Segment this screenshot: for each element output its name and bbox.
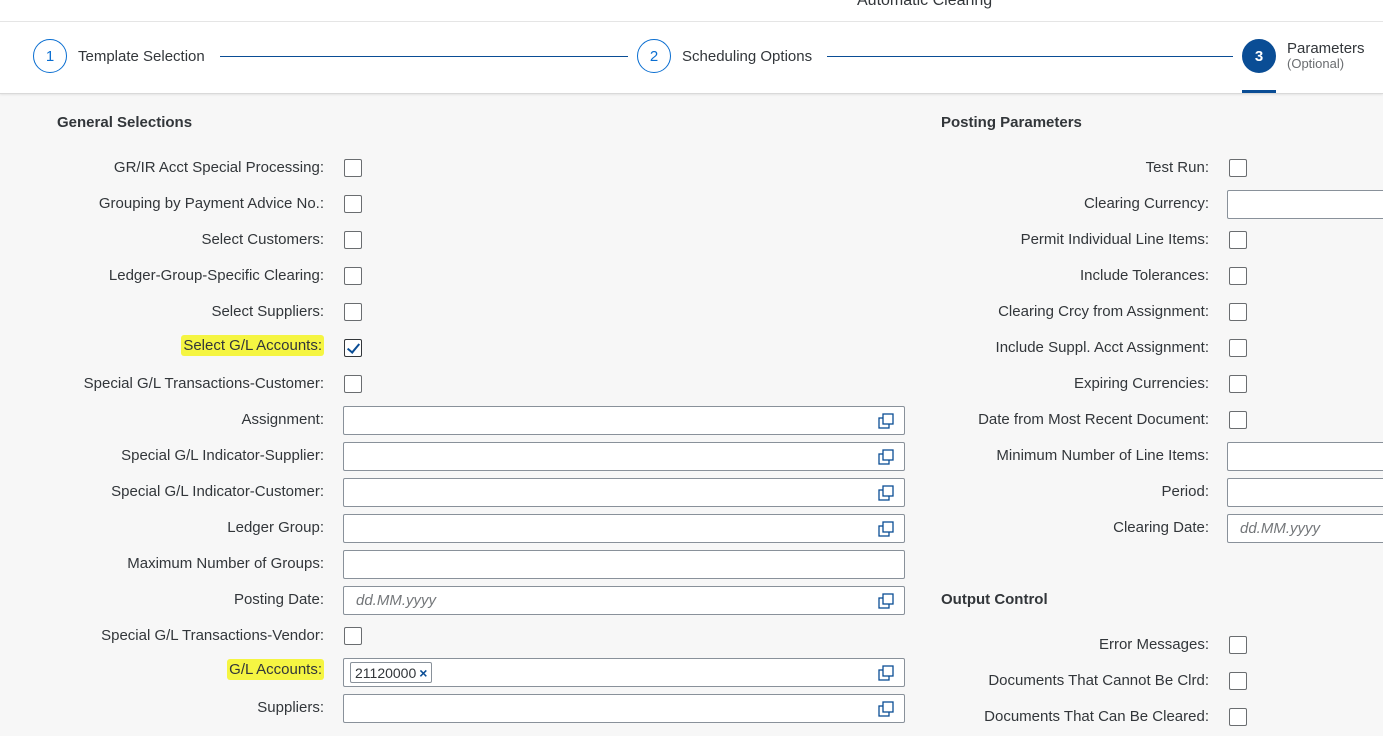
clearing-crcy-assignment-label: Clearing Crcy from Assignment: <box>998 303 1209 320</box>
posting-date-label: Posting Date: <box>233 591 324 608</box>
posting-date-input[interactable]: dd.MM.yyyy <box>343 586 905 615</box>
select-suppliers-checkbox[interactable] <box>344 303 362 321</box>
step-scheduling-options[interactable]: 2 Scheduling Options <box>637 38 812 74</box>
value-help-icon[interactable] <box>878 413 894 429</box>
general-selections-title: General Selections <box>57 114 193 131</box>
suppliers-label: Suppliers: <box>257 699 324 716</box>
date-recent-document-checkbox[interactable] <box>1229 411 1247 429</box>
min-line-items-input[interactable] <box>1227 442 1383 471</box>
special-gl-ind-supplier-label: Special G/L Indicator-Supplier: <box>121 447 324 464</box>
period-input[interactable] <box>1227 478 1383 507</box>
permit-individual-checkbox[interactable] <box>1229 231 1247 249</box>
clearing-currency-input[interactable] <box>1227 190 1383 219</box>
special-gl-vendor-checkbox[interactable] <box>344 627 362 645</box>
permit-individual-label: Permit Individual Line Items: <box>1020 231 1209 248</box>
select-gl-accounts-label: Select G/L Accounts: <box>181 335 324 356</box>
grouping-payment-advice-checkbox[interactable] <box>344 195 362 213</box>
step-connector-1 <box>220 56 628 57</box>
ledger-group-input[interactable] <box>343 514 905 543</box>
gl-account-token[interactable]: 21120000 × <box>350 662 433 683</box>
ledger-group-clearing-label: Ledger-Group-Specific Clearing: <box>108 267 324 284</box>
test-run-label: Test Run: <box>1145 159 1209 176</box>
clearing-date-input[interactable]: dd.MM.yyyy <box>1227 514 1383 543</box>
wizard-header: Automatic Clearing 1 Template Selection … <box>0 0 1383 94</box>
value-help-icon[interactable] <box>878 485 894 501</box>
step-3-sublabel: (Optional) <box>1287 56 1345 71</box>
docs-cannot-clear-checkbox[interactable] <box>1229 672 1247 690</box>
error-messages-checkbox[interactable] <box>1229 636 1247 654</box>
max-groups-label: Maximum Number of Groups: <box>127 555 324 572</box>
app-title: Automatic Clearing <box>857 0 993 9</box>
include-tolerances-label: Include Tolerances: <box>1080 267 1209 284</box>
docs-can-clear-checkbox[interactable] <box>1229 708 1247 726</box>
header-divider <box>0 21 1383 22</box>
step-1-label: Template Selection <box>78 47 205 65</box>
select-customers-label: Select Customers: <box>201 231 324 248</box>
value-help-icon[interactable] <box>878 701 894 717</box>
period-label: Period: <box>1161 483 1209 500</box>
docs-can-clear-label: Documents That Can Be Cleared: <box>984 708 1209 725</box>
ledger-group-clearing-checkbox[interactable] <box>344 267 362 285</box>
clearing-date-label: Clearing Date: <box>1113 519 1209 536</box>
special-gl-ind-customer-input[interactable] <box>343 478 905 507</box>
grouping-payment-advice-label: Grouping by Payment Advice No.: <box>98 195 324 212</box>
expiring-currencies-label: Expiring Currencies: <box>1073 375 1209 392</box>
special-gl-ind-supplier-input[interactable] <box>343 442 905 471</box>
assignment-label: Assignment: <box>241 411 324 428</box>
assignment-input[interactable] <box>343 406 905 435</box>
step-2-circle: 2 <box>637 39 671 73</box>
max-groups-input[interactable] <box>343 550 905 579</box>
gl-accounts-label: G/L Accounts: <box>227 659 324 680</box>
step-1-circle: 1 <box>33 39 67 73</box>
step-template-selection[interactable]: 1 Template Selection <box>33 38 205 74</box>
special-gl-customer-checkbox[interactable] <box>344 375 362 393</box>
clearing-crcy-assignment-checkbox[interactable] <box>1229 303 1247 321</box>
select-gl-accounts-label-wrap: Select G/L Accounts: <box>181 335 324 356</box>
clearing-date-placeholder: dd.MM.yyyy <box>1240 520 1321 537</box>
value-help-icon[interactable] <box>878 449 894 465</box>
value-help-icon[interactable] <box>878 521 894 537</box>
docs-cannot-clear-label: Documents That Cannot Be Clrd: <box>988 672 1209 689</box>
special-gl-ind-customer-label: Special G/L Indicator-Customer: <box>111 483 324 500</box>
min-line-items-label: Minimum Number of Line Items: <box>996 447 1209 464</box>
step-parameters[interactable]: 3 Parameters (Optional) <box>1242 38 1365 74</box>
gr-ir-label: GR/IR Acct Special Processing: <box>113 159 324 176</box>
include-suppl-assignment-label: Include Suppl. Acct Assignment: <box>995 339 1209 356</box>
special-gl-customer-label: Special G/L Transactions-Customer: <box>83 375 324 392</box>
expiring-currencies-checkbox[interactable] <box>1229 375 1247 393</box>
step-3-label: Parameters <box>1287 40 1365 57</box>
step-connector-2 <box>827 56 1233 57</box>
date-recent-document-label: Date from Most Recent Document: <box>978 411 1209 428</box>
step-2-label: Scheduling Options <box>682 47 813 65</box>
step-3-label-group: Parameters (Optional) <box>1287 41 1365 71</box>
include-tolerances-checkbox[interactable] <box>1229 267 1247 285</box>
gl-accounts-label-wrap: G/L Accounts: <box>227 659 324 680</box>
step-3-circle: 3 <box>1242 39 1276 73</box>
active-step-indicator <box>1242 90 1276 93</box>
gl-accounts-input[interactable]: 21120000 × <box>343 658 905 687</box>
output-control-title: Output Control <box>941 591 1048 608</box>
ledger-group-label: Ledger Group: <box>227 519 324 536</box>
value-help-icon[interactable] <box>878 593 894 609</box>
gl-account-token-text: 21120000 <box>355 664 417 681</box>
include-suppl-assignment-checkbox[interactable] <box>1229 339 1247 357</box>
clearing-currency-label: Clearing Currency: <box>1083 195 1209 212</box>
test-run-checkbox[interactable] <box>1229 159 1247 177</box>
posting-parameters-title: Posting Parameters <box>941 114 1082 131</box>
gr-ir-checkbox[interactable] <box>344 159 362 177</box>
value-help-icon[interactable] <box>878 665 894 681</box>
special-gl-vendor-label: Special G/L Transactions-Vendor: <box>101 627 324 644</box>
posting-date-placeholder: dd.MM.yyyy <box>356 592 437 609</box>
error-messages-label: Error Messages: <box>1098 636 1209 653</box>
token-remove-icon[interactable]: × <box>419 665 427 681</box>
select-suppliers-label: Select Suppliers: <box>211 303 324 320</box>
select-gl-accounts-checkbox[interactable] <box>344 339 362 357</box>
suppliers-input[interactable] <box>343 694 905 723</box>
select-customers-checkbox[interactable] <box>344 231 362 249</box>
